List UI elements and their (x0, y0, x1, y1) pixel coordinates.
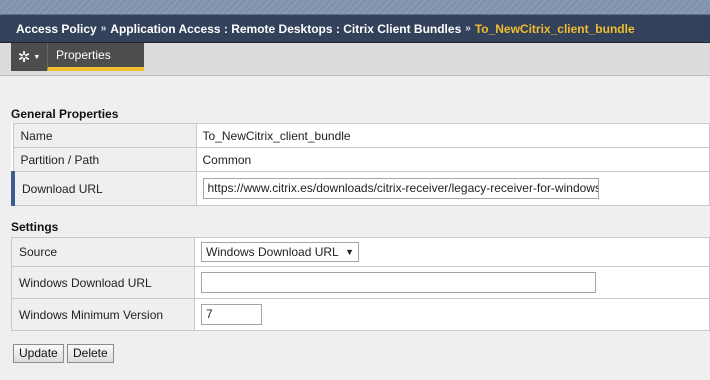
table-row: Windows Download URL (11, 266, 710, 299)
table-row: Partition / Path Common (12, 147, 710, 172)
general-properties-title: General Properties (11, 107, 119, 121)
tab-bar: ✲ ▼ Properties (0, 43, 710, 76)
update-button[interactable]: Update (13, 344, 64, 363)
partition-label: Partition / Path (12, 147, 197, 172)
windows-download-url-input[interactable] (201, 272, 596, 293)
tab-properties[interactable]: Properties (47, 43, 144, 71)
chevron-down-icon: ▼ (33, 53, 41, 61)
download-url-label: Download URL (11, 171, 197, 206)
source-select-value: Windows Download URL (206, 245, 339, 259)
breadcrumb-separator: » (465, 23, 471, 34)
tab-properties-label: Properties (56, 48, 111, 62)
partition-value: Common (195, 147, 710, 172)
breadcrumb-item-citrix-bundles[interactable]: Application Access : Remote Desktops : C… (110, 22, 461, 36)
breadcrumb-item-access-policy[interactable]: Access Policy (16, 22, 97, 36)
general-properties-table: Name To_NewCitrix_client_bundle Partitio… (11, 123, 710, 206)
settings-table: Source Windows Download URL ▼ Windows Do… (11, 237, 710, 331)
name-value: To_NewCitrix_client_bundle (195, 123, 710, 148)
breadcrumb-separator: » (100, 23, 107, 34)
table-row: Source Windows Download URL ▼ (11, 237, 710, 267)
settings-title: Settings (11, 220, 59, 234)
table-row: Download URL https://www.citrix.es/downl… (11, 171, 710, 206)
download-url-input[interactable]: https://www.citrix.es/downloads/citrix-r… (202, 178, 599, 199)
breadcrumb: Access Policy » Application Access : Rem… (0, 15, 710, 43)
source-select[interactable]: Windows Download URL ▼ (201, 242, 359, 262)
windows-min-version-label: Windows Minimum Version (11, 298, 195, 331)
gear-menu-button[interactable]: ✲ ▼ (11, 43, 47, 71)
windows-download-url-label: Windows Download URL (11, 266, 195, 299)
breadcrumb-current: To_NewCitrix_client_bundle (474, 21, 635, 36)
windows-min-version-input[interactable]: 7 (201, 304, 262, 325)
top-strip (0, 0, 710, 15)
delete-button[interactable]: Delete (67, 344, 114, 363)
name-label: Name (12, 123, 197, 148)
table-row: Name To_NewCitrix_client_bundle (12, 123, 710, 148)
source-label: Source (11, 237, 195, 267)
gear-icon: ✲ (17, 48, 31, 66)
dropdown-arrow-icon: ▼ (345, 247, 354, 257)
table-row: Windows Minimum Version 7 (11, 298, 710, 331)
